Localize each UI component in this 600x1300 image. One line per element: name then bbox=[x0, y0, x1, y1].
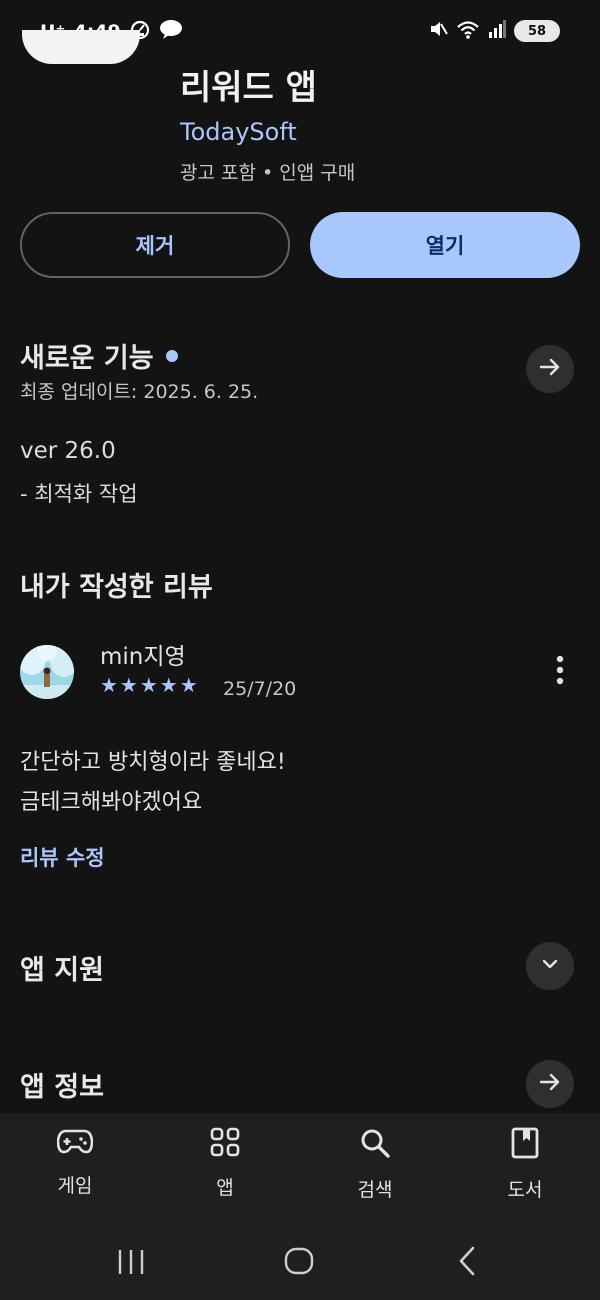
nav-item-games[interactable]: 게임 bbox=[20, 1127, 130, 1198]
star-rating: ★★★★★ bbox=[100, 673, 200, 697]
back-icon[interactable] bbox=[456, 1246, 478, 1280]
gamepad-icon bbox=[56, 1127, 94, 1159]
nav-item-apps[interactable]: 앱 bbox=[170, 1127, 280, 1200]
battery-level: 58 bbox=[527, 23, 547, 39]
edit-review-link[interactable]: 리뷰 수정 bbox=[20, 842, 105, 872]
new-indicator-dot bbox=[165, 349, 178, 362]
review-text-line-2: 금테크해봐야겠어요 bbox=[20, 790, 203, 815]
app-title: 리워드 앱 bbox=[180, 68, 317, 108]
nav-item-search[interactable]: 검색 bbox=[320, 1127, 430, 1202]
nav-label-games: 게임 bbox=[57, 1175, 93, 1197]
bottom-navigation: 게임 앱 검색 도서 bbox=[0, 1113, 600, 1230]
whats-new-title: 새로운 기능 bbox=[20, 343, 154, 374]
app-info-heading[interactable]: 앱 정보 bbox=[20, 1065, 104, 1104]
chevron-down-icon bbox=[539, 953, 561, 979]
nav-label-apps: 앱 bbox=[216, 1177, 234, 1199]
app-meta: 광고 포함 • 인앱 구매 bbox=[180, 162, 356, 184]
search-icon bbox=[359, 1127, 391, 1163]
version-text: ver 26.0 bbox=[20, 438, 116, 464]
review-text-line-1: 간단하고 방치형이라 좋네요! bbox=[20, 750, 286, 775]
app-info-arrow-button[interactable] bbox=[526, 1060, 574, 1108]
my-review-heading: 내가 작성한 리뷰 bbox=[20, 572, 213, 603]
chat-bubble-icon bbox=[159, 18, 183, 45]
developer-link[interactable]: TodaySoft bbox=[180, 118, 297, 146]
more-vert-icon bbox=[555, 655, 565, 689]
open-button-label: 열기 bbox=[425, 234, 465, 258]
app-support-expand-button[interactable] bbox=[526, 942, 574, 990]
arrow-right-icon bbox=[538, 355, 562, 383]
remove-button[interactable]: 제거 bbox=[20, 212, 290, 278]
review-date: 25/7/20 bbox=[223, 678, 297, 700]
mute-icon bbox=[428, 19, 448, 43]
more-options-button[interactable] bbox=[540, 650, 580, 694]
home-icon[interactable] bbox=[284, 1246, 314, 1280]
battery-indicator: 58 bbox=[514, 20, 560, 42]
remove-button-label: 제거 bbox=[135, 234, 175, 258]
app-support-heading[interactable]: 앱 지원 bbox=[20, 948, 104, 987]
book-icon bbox=[511, 1127, 539, 1163]
status-right: 58 bbox=[428, 19, 560, 43]
whats-new-heading[interactable]: 새로운 기능 bbox=[20, 336, 178, 375]
recent-apps-icon[interactable] bbox=[116, 1248, 146, 1280]
nav-item-books[interactable]: 도서 bbox=[470, 1127, 580, 1202]
nav-label-books: 도서 bbox=[507, 1179, 543, 1201]
app-icon bbox=[22, 30, 140, 64]
apps-grid-icon bbox=[210, 1127, 240, 1161]
arrow-right-icon bbox=[538, 1070, 562, 1098]
open-button[interactable]: 열기 bbox=[310, 212, 580, 278]
nav-label-search: 검색 bbox=[357, 1179, 393, 1201]
system-navigation-bar bbox=[0, 1230, 600, 1300]
last-update: 최종 업데이트: 2025. 6. 25. bbox=[20, 381, 259, 403]
change-note: - 최적화 작업 bbox=[20, 482, 138, 506]
signal-icon bbox=[488, 20, 506, 42]
reviewer-name: min지영 bbox=[100, 644, 186, 670]
whats-new-arrow-button[interactable] bbox=[526, 345, 574, 393]
wifi-icon bbox=[456, 19, 480, 43]
avatar bbox=[20, 645, 74, 699]
